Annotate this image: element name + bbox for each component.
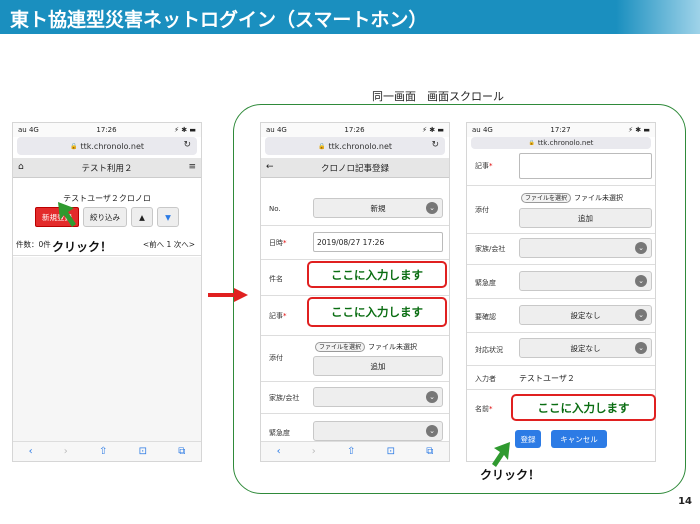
urgency-label: 緊急度: [269, 429, 290, 437]
article-label: 記事*: [269, 312, 287, 320]
status-bar: au 4G 17:26 ⚡ ✱ ▬: [261, 123, 449, 137]
reload-icon[interactable]: ↻: [431, 140, 439, 150]
page-title: クロノロ記事登録: [320, 163, 389, 174]
url-bar[interactable]: 🔒 ttk.chronolo.net: [471, 137, 651, 149]
no-label: No.: [269, 205, 281, 213]
name-label: 名前*: [475, 405, 493, 413]
url-bar[interactable]: 🔒 ttk.chronolo.net ↻: [17, 137, 197, 155]
phone-entry-screen-top: au 4G 17:26 ⚡ ✱ ▬ 🔒 ttk.chronolo.net ↻ ←…: [260, 122, 450, 462]
page-number: 14: [678, 496, 692, 507]
app-header: ← クロノロ記事登録: [261, 158, 449, 178]
lock-icon: 🔒: [528, 140, 535, 146]
register-button[interactable]: 登録: [515, 430, 541, 448]
cancel-button[interactable]: キャンセル: [551, 430, 607, 448]
subject-label: 件名: [269, 275, 283, 283]
datetime-input[interactable]: 2019/08/27 17:26: [313, 232, 443, 252]
article-textarea[interactable]: [519, 153, 652, 179]
article-label: 記事*: [475, 162, 493, 170]
status-bar: au 4G 17:26 ⚡ ✱ ▬: [13, 123, 201, 137]
file-picker[interactable]: ファイルを選択 ファイル未選択: [315, 342, 417, 352]
inputter-label: 入力者: [475, 375, 496, 383]
urgency-label: 緊急度: [475, 279, 496, 287]
share-icon[interactable]: ⇧: [99, 446, 107, 457]
attach-label: 添付: [269, 354, 283, 362]
share-icon[interactable]: ⇧: [347, 446, 355, 457]
inputter-value: テストユーザ２: [519, 374, 575, 383]
status-select[interactable]: 設定なし ⌄: [519, 338, 652, 358]
browser-toolbar: ‹ › ⇧ ⊡ ⧉: [261, 441, 449, 461]
browser-toolbar: ‹ › ⇧ ⊡ ⧉: [13, 441, 201, 461]
forward-icon[interactable]: ›: [312, 446, 316, 457]
add-attachment-button[interactable]: 追加: [313, 356, 443, 376]
back-arrow-icon[interactable]: ←: [266, 162, 274, 172]
title-bar: 東ト協連型災害ネットログイン（スマートホン）: [0, 0, 700, 34]
click-label-1: クリック！: [52, 240, 113, 254]
subject-input-callout[interactable]: ここに入力します: [307, 261, 447, 288]
forward-icon[interactable]: ›: [64, 446, 68, 457]
chevron-down-icon: ⌄: [635, 309, 647, 321]
file-picker[interactable]: ファイルを選択 ファイル未選択: [521, 193, 623, 203]
chevron-down-icon: ⌄: [426, 391, 438, 403]
no-select[interactable]: 新規 ⌄: [313, 198, 443, 218]
family-label: 家族/会社: [475, 245, 506, 253]
page-title: テスト利用２: [81, 163, 133, 174]
confirm-select[interactable]: 設定なし ⌄: [519, 305, 652, 325]
chevron-down-icon: ⌄: [635, 275, 647, 287]
lock-icon: 🔒: [69, 142, 78, 150]
app-header: ⌂ テスト利用２ ≡: [13, 158, 201, 178]
chevron-down-icon: ⌄: [426, 202, 438, 214]
chevron-down-icon: ⌄: [635, 242, 647, 254]
back-icon[interactable]: ‹: [29, 446, 33, 457]
slide-title: 東ト協連型災害ネットログイン（スマートホン）: [10, 9, 428, 31]
record-count: 件数：0件: [16, 240, 51, 249]
attach-label: 添付: [475, 206, 489, 214]
urgency-select[interactable]: ⌄: [313, 421, 443, 441]
green-arrow-icon: [58, 202, 76, 227]
phone-list-screen: au 4G 17:26 ⚡ ✱ ▬ 🔒 ttk.chronolo.net ↻ ⌂…: [12, 122, 202, 462]
status-bar: au 4G 17:27 ⚡ ✱ ▬: [467, 123, 655, 137]
back-icon[interactable]: ‹: [277, 446, 281, 457]
add-attachment-button[interactable]: 追加: [519, 208, 652, 228]
confirm-label: 要確認: [475, 313, 496, 321]
family-label: 家族/会社: [269, 394, 300, 402]
lock-icon: 🔒: [317, 142, 326, 150]
url-bar[interactable]: 🔒 ttk.chronolo.net ↻: [265, 137, 445, 155]
tabs-icon[interactable]: ⧉: [178, 446, 185, 457]
list-area: [13, 257, 201, 441]
datetime-label: 日時*: [269, 239, 287, 247]
reload-icon[interactable]: ↻: [183, 140, 191, 150]
home-icon[interactable]: ⌂: [18, 162, 24, 172]
urgency-select[interactable]: ⌄: [519, 271, 652, 291]
article-input-callout[interactable]: ここに入力します: [307, 297, 447, 327]
family-select[interactable]: ⌄: [519, 238, 652, 258]
click-label-2: クリック！: [480, 468, 541, 482]
bookmarks-icon[interactable]: ⊡: [139, 446, 147, 457]
scroll-caption: 同一画面 画面スクロール: [372, 90, 504, 103]
chevron-down-icon: ⌄: [635, 342, 647, 354]
family-select[interactable]: ⌄: [313, 387, 443, 407]
sort-down-button[interactable]: ▼: [157, 207, 179, 227]
name-input-callout[interactable]: ここに入力します: [511, 394, 656, 421]
pager[interactable]: <前へ 1 次へ>: [143, 239, 195, 250]
red-arrow-icon: [208, 288, 248, 302]
tabs-icon[interactable]: ⧉: [426, 446, 433, 457]
menu-icon[interactable]: ≡: [188, 162, 196, 172]
user-name: テストユーザ２クロノロ: [63, 194, 151, 203]
sort-up-button[interactable]: ▲: [131, 207, 153, 227]
status-label: 対応状況: [475, 346, 503, 354]
filter-button[interactable]: 絞り込み: [83, 207, 127, 227]
bookmarks-icon[interactable]: ⊡: [387, 446, 395, 457]
chevron-down-icon: ⌄: [426, 425, 438, 437]
